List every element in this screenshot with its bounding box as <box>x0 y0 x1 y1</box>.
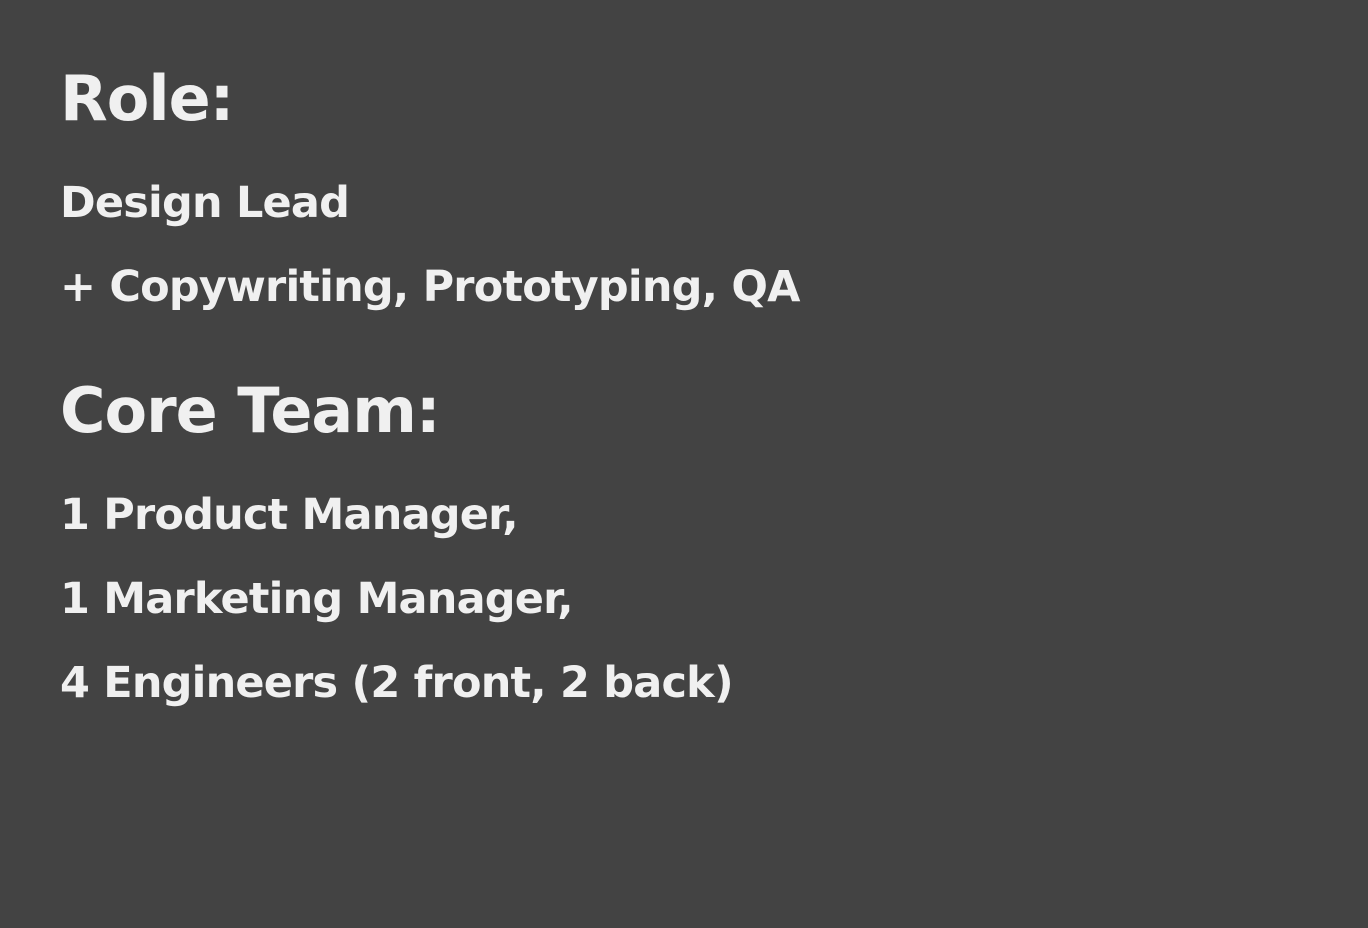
team-member-engineers: 4 Engineers (2 front, 2 back) <box>60 658 734 708</box>
team-member-marketing-manager: 1 Marketing Manager, <box>60 574 574 624</box>
role-extra-responsibilities: + Copywriting, Prototyping, QA <box>60 262 800 312</box>
role-title: Design Lead <box>60 178 350 228</box>
core-team-heading: Core Team: <box>60 374 441 447</box>
team-member-product-manager: 1 Product Manager, <box>60 490 519 540</box>
role-heading: Role: <box>60 62 234 135</box>
